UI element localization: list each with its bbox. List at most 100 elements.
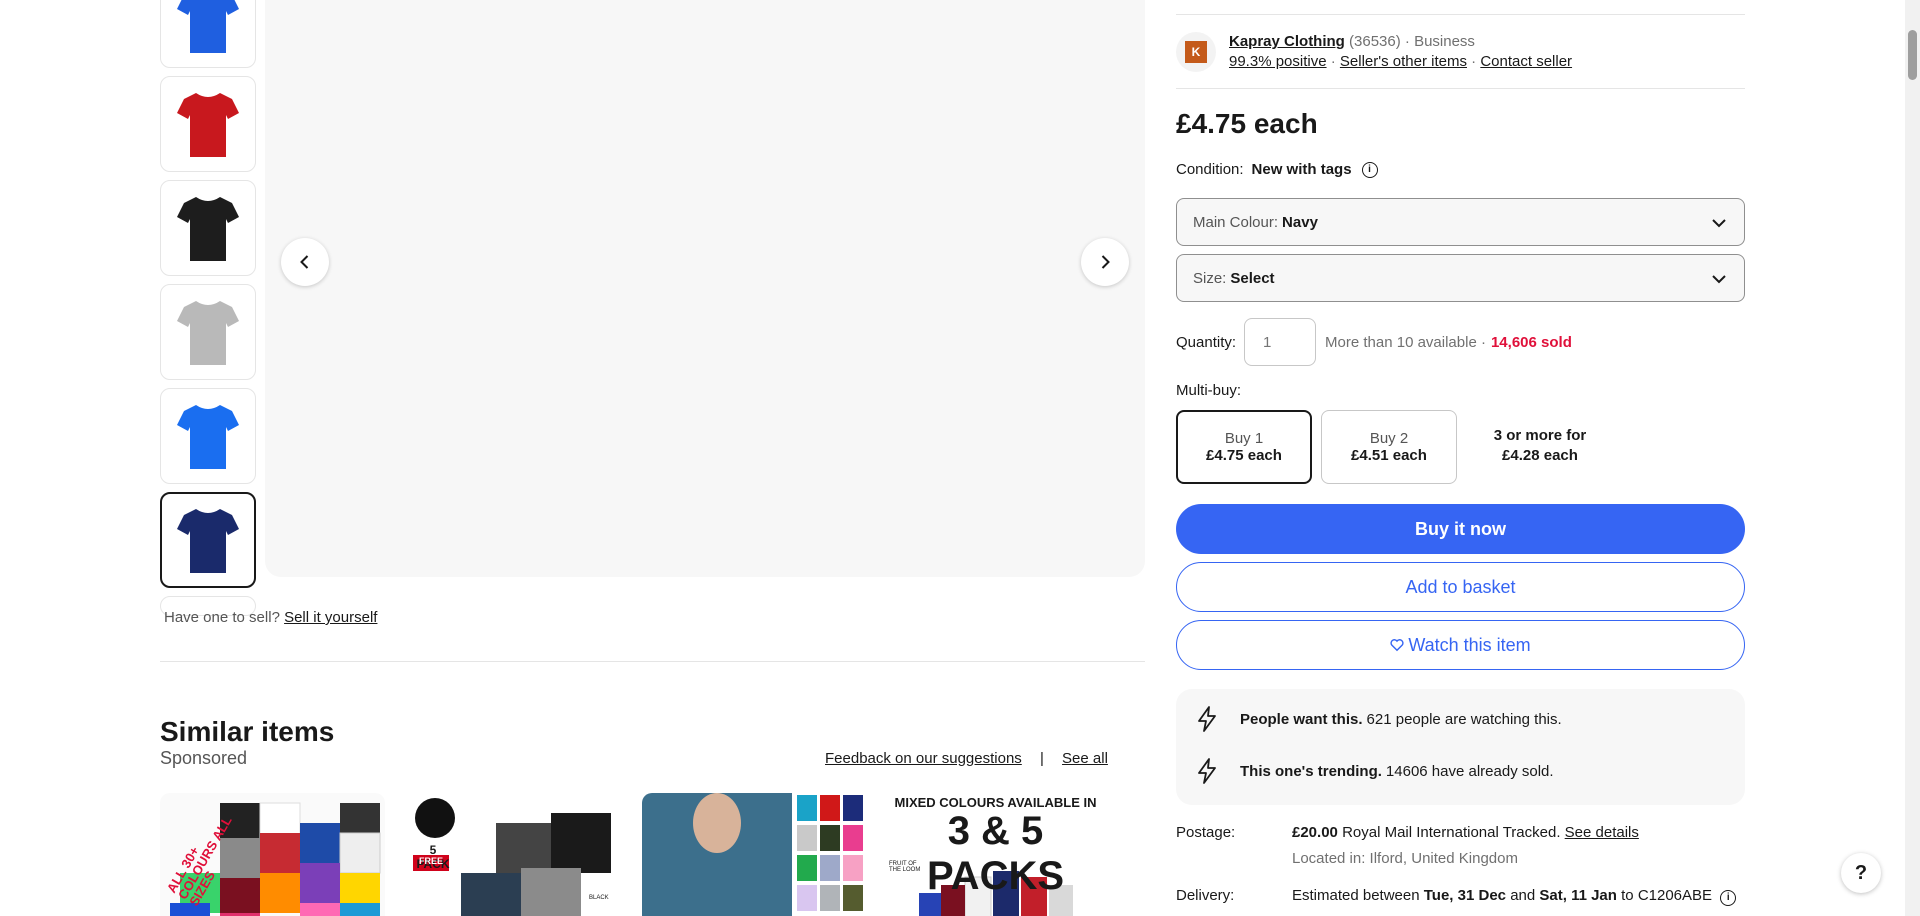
signal-bold: This one's trending.: [1240, 762, 1382, 780]
size-select[interactable]: Size: Select: [1176, 254, 1745, 302]
product-thumbnail[interactable]: [160, 284, 256, 380]
chevron-right-icon: [1101, 255, 1110, 269]
seller-info: Kapray Clothing (36536) · Business 99.3%…: [1229, 32, 1572, 72]
condition-value: New with tags: [1251, 161, 1352, 178]
seller-logo[interactable]: K: [1176, 32, 1216, 72]
similar-item-card[interactable]: 5 PACK FREE BLACK: [401, 793, 626, 916]
similar-item-card[interactable]: ALL 30+ COLOURS ALL SIZES: [160, 793, 385, 916]
next-image-button[interactable]: [1081, 238, 1129, 286]
signal-watching: People want this. 621 people are watchin…: [1196, 706, 1562, 732]
delivery-estimate: Estimated between Tue, 31 Dec and Sat, 1…: [1292, 887, 1737, 906]
main-product-image[interactable]: [265, 0, 1145, 577]
buy-it-now-button[interactable]: Buy it now: [1176, 504, 1745, 554]
similar-items-carousel: ALL 30+ COLOURS ALL SIZES 5 PACK FREE BL…: [160, 793, 1108, 916]
item-location: Located in: Ilford, United Kingdom: [1292, 850, 1518, 867]
scrollbar-track[interactable]: [1905, 0, 1920, 916]
watch-item-button[interactable]: Watch this item: [1176, 620, 1745, 670]
divider: [1176, 88, 1745, 89]
similar-item-card[interactable]: [642, 793, 867, 916]
multi-buy-option-1[interactable]: Buy 1 £4.75 each: [1176, 410, 1312, 484]
product-thumbnail[interactable]: [160, 492, 256, 588]
divider: [160, 661, 1145, 662]
separator-dot: ·: [1404, 33, 1410, 50]
delivery-and: and: [1510, 887, 1536, 904]
multi-buy-price: £4.75 each: [1206, 447, 1282, 464]
info-icon[interactable]: i: [1720, 890, 1737, 906]
help-button[interactable]: ?: [1841, 853, 1881, 893]
scrollbar-thumb[interactable]: [1908, 30, 1917, 80]
free-badge: FREE: [419, 856, 444, 866]
see-all-link[interactable]: See all: [1062, 750, 1108, 767]
quantity-row: Quantity: More than 10 available · 14,60…: [1176, 318, 1572, 366]
info-icon[interactable]: i: [1361, 161, 1378, 178]
sell-prefix: Have one to sell?: [164, 609, 280, 626]
delivery-postcode: C1206ABE: [1637, 887, 1713, 904]
watch-item-label: Watch this item: [1408, 634, 1531, 655]
separator-dot: ·: [1471, 53, 1477, 70]
separator: |: [1039, 750, 1044, 767]
sponsored-label: Sponsored: [160, 748, 248, 768]
signal-text: 621 people are watching this.: [1366, 710, 1562, 728]
chevron-left-icon: [300, 255, 309, 269]
multi-buy-label: Multi-buy:: [1176, 382, 1242, 399]
quantity-label: Quantity:: [1176, 333, 1237, 351]
item-price: £4.75 each: [1176, 108, 1318, 139]
seller-name-link[interactable]: Kapray Clothing: [1229, 33, 1345, 50]
tshirt-image: [177, 301, 239, 365]
multi-buy-quantity: Buy 1: [1224, 430, 1264, 447]
postage-label: Postage:: [1176, 824, 1236, 841]
seller-positive-link[interactable]: 99.3% positive: [1229, 53, 1327, 70]
sell-it-yourself-prompt: Have one to sell? Sell it yourself: [164, 609, 377, 626]
signal-bold: People want this.: [1240, 710, 1363, 728]
seller-other-items-link[interactable]: Seller's other items: [1340, 53, 1467, 70]
quantity-input[interactable]: [1244, 318, 1317, 366]
tshirt-image: [177, 0, 239, 53]
thumbnail-strip: [160, 0, 258, 624]
add-to-basket-button[interactable]: Add to basket: [1176, 562, 1745, 612]
feedback-link[interactable]: Feedback on our suggestions: [825, 750, 1022, 767]
chevron-down-icon: [1712, 275, 1726, 284]
similar-items-title: Similar items: [160, 716, 335, 747]
tshirt-image: [177, 405, 239, 469]
seller-feedback-count: (36536): [1349, 33, 1401, 50]
size-select-value: Select: [1230, 269, 1275, 287]
multi-buy-price: £4.28 each: [1502, 447, 1578, 464]
delivery-label: Delivery:: [1176, 887, 1235, 904]
multi-buy-option-2[interactable]: Buy 2 £4.51 each: [1321, 410, 1457, 484]
multi-buy-option-3[interactable]: 3 or more for £4.28 each: [1470, 426, 1610, 466]
contact-seller-link[interactable]: Contact seller: [1480, 53, 1572, 70]
divider: [1176, 14, 1745, 15]
separator-dot: ·: [1330, 53, 1336, 70]
tshirt-image: [177, 197, 239, 261]
card-caption: MIXED COLOURS AVAILABLE IN: [894, 795, 1097, 810]
colour-select[interactable]: Main Colour: Navy: [1176, 198, 1745, 246]
similar-item-image: [642, 793, 863, 916]
heart-icon: [1390, 639, 1404, 652]
signal-trending: This one's trending. 14606 have already …: [1196, 758, 1554, 784]
postage-details: £20.00 Royal Mail International Tracked.…: [1292, 824, 1639, 841]
similar-items-links: Feedback on our suggestions | See all: [825, 750, 1108, 767]
postage-price: £20.00: [1292, 824, 1338, 841]
seller-type: Business: [1414, 33, 1475, 50]
card-headline: 3 & 5 PACKS: [926, 809, 1065, 898]
lightning-icon: [1198, 706, 1216, 732]
sold-count: 14,606 sold: [1490, 333, 1572, 351]
seller-card: K Kapray Clothing (36536) · Business 99.…: [1176, 32, 1572, 72]
previous-image-button[interactable]: [281, 238, 329, 286]
colour-select-label: Main Colour:: [1193, 213, 1279, 231]
product-thumbnail[interactable]: [160, 180, 256, 276]
card-tag: BLACK: [589, 895, 609, 901]
condition-row: Condition: New with tags i: [1176, 161, 1378, 178]
chevron-down-icon: [1712, 219, 1726, 228]
product-thumbnail[interactable]: [160, 388, 256, 484]
tshirt-image: [177, 93, 239, 157]
seller-logo-mark: K: [1185, 41, 1207, 63]
product-thumbnail[interactable]: [160, 0, 256, 68]
postage-service: Royal Mail International Tracked.: [1342, 824, 1561, 841]
multi-buy-quantity: Buy 2: [1369, 430, 1409, 447]
product-thumbnail[interactable]: [160, 76, 256, 172]
sell-it-yourself-link[interactable]: Sell it yourself: [284, 609, 377, 626]
see-postage-details-link[interactable]: See details: [1565, 824, 1639, 841]
similar-item-card[interactable]: MIXED COLOURS AVAILABLE IN 3 & 5 PACKS F…: [883, 793, 1108, 916]
size-select-label: Size:: [1193, 269, 1227, 287]
